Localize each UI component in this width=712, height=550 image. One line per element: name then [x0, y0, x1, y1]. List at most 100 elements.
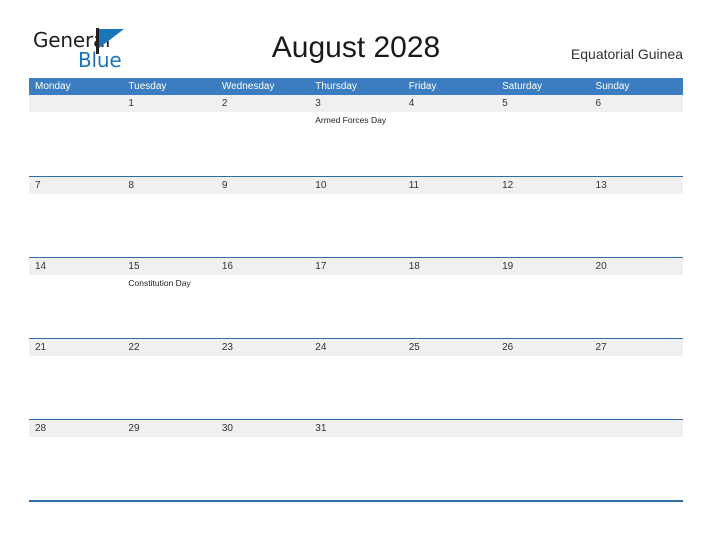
calendar-week-row: 7 8 9 10 11 12 13 [29, 176, 683, 257]
calendar-day-cell[interactable]: 24 [309, 339, 403, 419]
weekday-header-sunday: Sunday [595, 81, 630, 92]
day-number: 16 [221, 261, 233, 272]
calendar-day-cell[interactable]: 6 [589, 95, 683, 176]
calendar-day-cell-empty[interactable] [402, 420, 497, 500]
day-number-band [309, 95, 403, 112]
holiday-event-label: Armed Forces Day [315, 115, 387, 125]
day-number: 18 [408, 261, 420, 272]
calendar-day-cell-empty[interactable] [29, 95, 123, 176]
weekday-header-tuesday: Tuesday [128, 81, 167, 92]
day-number: 2 [221, 98, 228, 109]
day-number: 20 [595, 261, 607, 272]
day-number: 1 [128, 98, 134, 109]
calendar-day-cell[interactable]: 3 Armed Forces Day [309, 95, 403, 176]
calendar-week-row: 1 2 3 Armed Forces Day 4 5 6 [29, 95, 683, 176]
day-number-band [589, 420, 683, 437]
calendar-bottom-rule [29, 500, 683, 502]
calendar-day-cell[interactable]: 21 [29, 339, 123, 419]
day-number-band [29, 177, 123, 194]
day-number: 15 [128, 261, 140, 272]
day-number: 31 [315, 423, 327, 434]
day-number: 23 [221, 342, 233, 353]
day-number: 26 [502, 342, 514, 353]
calendar-weeks: 1 2 3 Armed Forces Day 4 5 6 7 8 9 10 11 12 13 14 15 Con… [29, 95, 683, 500]
day-number-band [496, 420, 590, 437]
calendar-day-cell[interactable]: 20 [589, 258, 683, 338]
calendar-day-cell[interactable]: 26 [496, 339, 590, 419]
day-number-band [122, 177, 216, 194]
calendar-day-cell[interactable]: 2 [215, 95, 310, 176]
day-number-band [215, 95, 310, 112]
calendar-day-cell[interactable]: 10 [309, 177, 403, 257]
calendar-day-cell[interactable]: 19 [496, 258, 590, 338]
weekday-header-saturday: Saturday [502, 81, 543, 92]
day-number: 14 [35, 261, 47, 272]
calendar-day-cell[interactable]: 7 [29, 177, 123, 257]
day-number: 10 [315, 180, 327, 191]
day-number: 3 [315, 98, 321, 109]
day-number: 27 [595, 342, 607, 353]
day-number: 19 [502, 261, 514, 272]
day-number: 7 [35, 180, 41, 191]
day-number: 25 [408, 342, 420, 353]
day-number: 28 [35, 423, 47, 434]
calendar-day-cell[interactable]: 23 [215, 339, 310, 419]
day-number-band [215, 177, 310, 194]
calendar-day-cell[interactable]: 30 [215, 420, 310, 500]
weekday-header-thursday: Thursday [315, 81, 357, 92]
calendar-day-cell[interactable]: 1 [122, 95, 216, 176]
calendar-day-cell[interactable]: 22 [122, 339, 216, 419]
calendar-day-cell[interactable]: 17 [309, 258, 403, 338]
day-number: 12 [502, 180, 514, 191]
calendar-day-cell[interactable]: 27 [589, 339, 683, 419]
calendar-day-cell[interactable]: 8 [122, 177, 216, 257]
calendar-week-row: 21 22 23 24 25 26 27 [29, 338, 683, 419]
day-number-band [589, 95, 683, 112]
day-events: Armed Forces Day [315, 114, 399, 126]
day-number-band [122, 95, 216, 112]
day-number: 5 [502, 98, 508, 109]
calendar-day-cell[interactable]: 9 [215, 177, 310, 257]
weekday-header-row: Monday Tuesday Wednesday Thursday Friday Satu… [29, 78, 683, 95]
calendar-week-row: 28 29 30 31 [29, 419, 683, 500]
page-header: General Blue August 2028 Equatorial Guin… [0, 0, 712, 78]
calendar-day-cell[interactable]: 11 [402, 177, 497, 257]
day-number: 24 [315, 342, 327, 353]
calendar-day-cell-empty[interactable] [496, 420, 590, 500]
day-number-band [29, 95, 123, 112]
day-number: 11 [408, 180, 420, 191]
day-number-band [402, 420, 497, 437]
day-number: 9 [221, 180, 228, 191]
weekday-header-wednesday: Wednesday [221, 81, 275, 92]
calendar-day-cell[interactable]: 31 [309, 420, 403, 500]
day-number: 29 [128, 423, 140, 434]
day-number: 17 [315, 261, 327, 272]
day-number: 30 [221, 423, 233, 434]
weekday-header-friday: Friday [408, 81, 437, 92]
day-number: 22 [128, 342, 140, 353]
day-number-band [496, 95, 590, 112]
day-number: 4 [408, 98, 415, 109]
calendar-day-cell[interactable]: 28 [29, 420, 123, 500]
calendar-day-cell[interactable]: 5 [496, 95, 590, 176]
calendar-day-cell[interactable]: 12 [496, 177, 590, 257]
calendar-day-cell[interactable]: 29 [122, 420, 216, 500]
day-number: 6 [595, 98, 602, 109]
holiday-event-label: Constitution Day [128, 278, 191, 288]
calendar-day-cell[interactable]: 14 [29, 258, 123, 338]
day-number: 21 [35, 342, 47, 353]
calendar-day-cell[interactable]: 16 [215, 258, 310, 338]
calendar-day-cell[interactable]: 25 [402, 339, 497, 419]
calendar-day-cell[interactable]: 4 [402, 95, 497, 176]
calendar-day-cell-empty[interactable] [589, 420, 683, 500]
calendar-week-row: 14 15 Constitution Day 16 17 18 19 20 [29, 257, 683, 338]
calendar-day-cell[interactable]: 13 [589, 177, 683, 257]
day-number: 8 [128, 180, 134, 191]
weekday-header-monday: Monday [35, 81, 71, 92]
day-number: 13 [595, 180, 607, 191]
locale-label: Equatorial Guinea [570, 46, 683, 62]
calendar-day-cell[interactable]: 18 [402, 258, 497, 338]
calendar-day-cell[interactable]: 15 Constitution Day [122, 258, 216, 338]
calendar-grid: Monday Tuesday Wednesday Thursday Friday Satu… [29, 78, 683, 502]
calendar-page: General Blue August 2028 Equatorial Guin… [0, 0, 712, 550]
